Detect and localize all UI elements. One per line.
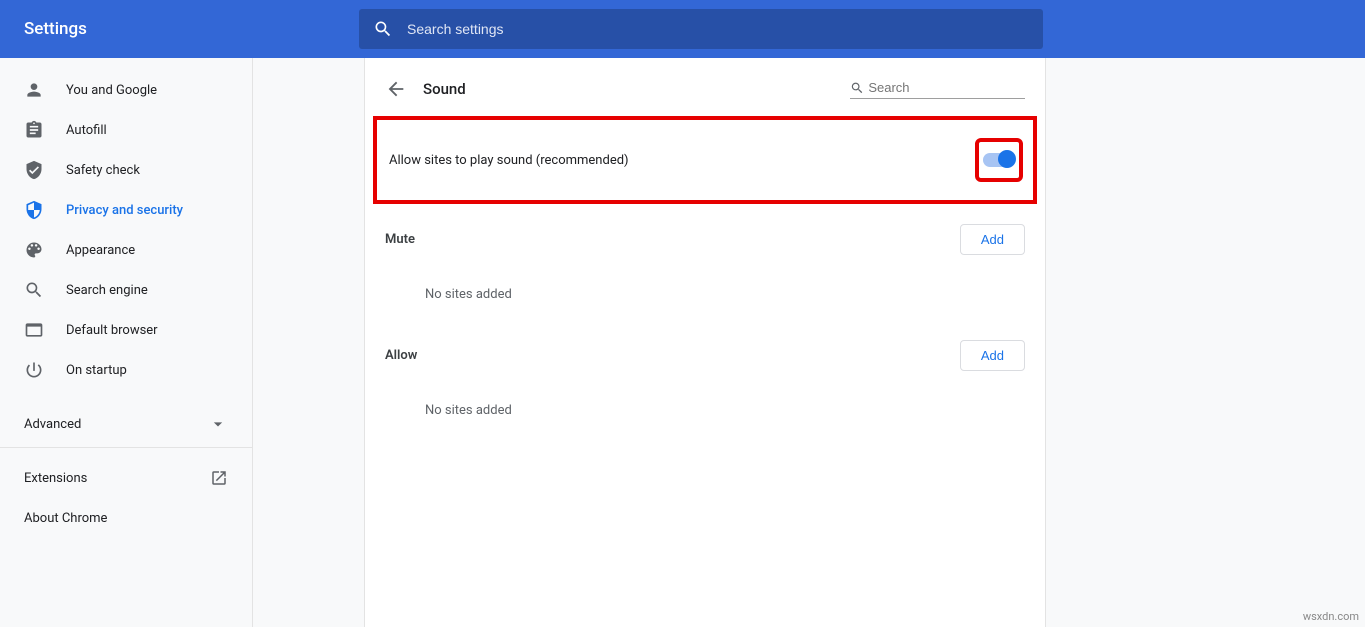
extensions-label: Extensions [24,471,87,486]
sidebar-item-appearance[interactable]: Appearance [0,230,252,270]
main: Sound Allow sites to play sound (recomme… [253,58,1365,627]
mute-title: Mute [385,232,415,247]
page-search[interactable] [850,80,1025,99]
sidebar-item-label: Privacy and security [66,203,183,218]
app-title: Settings [24,19,359,39]
sidebar-item-label: Default browser [66,323,158,338]
external-link-icon [210,469,228,487]
sidebar: You and Google Autofill Safety check Pri… [0,58,253,627]
palette-icon [24,240,44,260]
sidebar-item-privacy-and-security[interactable]: Privacy and security [0,190,252,230]
sidebar-item-search-engine[interactable]: Search engine [0,270,252,310]
sidebar-item-label: On startup [66,363,127,378]
allow-sound-label: Allow sites to play sound (recommended) [389,153,629,168]
right-gutter [1045,58,1365,627]
power-icon [24,360,44,380]
about-label: About Chrome [24,511,107,526]
page-header: Sound [365,58,1045,116]
allow-sound-toggle-highlight [975,138,1023,182]
content-panel: Sound Allow sites to play sound (recomme… [365,58,1045,627]
left-gutter [253,58,365,627]
shield-icon [24,200,44,220]
header-bar: Settings [0,0,1365,58]
search-icon [373,19,393,39]
sidebar-item-safety-check[interactable]: Safety check [0,150,252,190]
browser-icon [24,320,44,340]
chevron-down-icon [208,414,228,434]
sidebar-item-on-startup[interactable]: On startup [0,350,252,390]
allow-section: Allow Add No sites added [365,332,1045,448]
mute-add-button[interactable]: Add [960,224,1025,255]
sidebar-item-extensions[interactable]: Extensions [0,458,252,498]
person-icon [24,80,44,100]
advanced-label: Advanced [24,417,81,432]
back-arrow-icon[interactable] [385,78,407,100]
search-icon [850,80,864,96]
shield-check-icon [24,160,44,180]
sidebar-item-default-browser[interactable]: Default browser [0,310,252,350]
sidebar-item-autofill[interactable]: Autofill [0,110,252,150]
allow-add-button[interactable]: Add [960,340,1025,371]
sidebar-advanced-toggle[interactable]: Advanced [0,400,252,448]
allow-sound-toggle[interactable] [983,153,1015,167]
page-title: Sound [423,80,834,98]
sidebar-item-you-and-google[interactable]: You and Google [0,70,252,110]
global-search-input[interactable] [407,21,1029,37]
sidebar-item-label: Autofill [66,123,107,138]
allow-sound-toggle-row: Allow sites to play sound (recommended) [373,116,1037,204]
allow-title: Allow [385,348,417,363]
sidebar-item-label: You and Google [66,83,157,98]
page-search-input[interactable] [868,80,1025,95]
global-search[interactable] [359,9,1043,49]
mute-empty-text: No sites added [385,263,1025,332]
sidebar-item-label: Appearance [66,243,135,258]
search-icon [24,280,44,300]
allow-empty-text: No sites added [385,379,1025,448]
sidebar-item-label: Safety check [66,163,140,178]
mute-section: Mute Add No sites added [365,216,1045,332]
clipboard-icon [24,120,44,140]
layout: You and Google Autofill Safety check Pri… [0,58,1365,627]
watermark: wsxdn.com [1303,610,1359,623]
sidebar-item-label: Search engine [66,283,148,298]
sidebar-item-about-chrome[interactable]: About Chrome [0,498,252,538]
